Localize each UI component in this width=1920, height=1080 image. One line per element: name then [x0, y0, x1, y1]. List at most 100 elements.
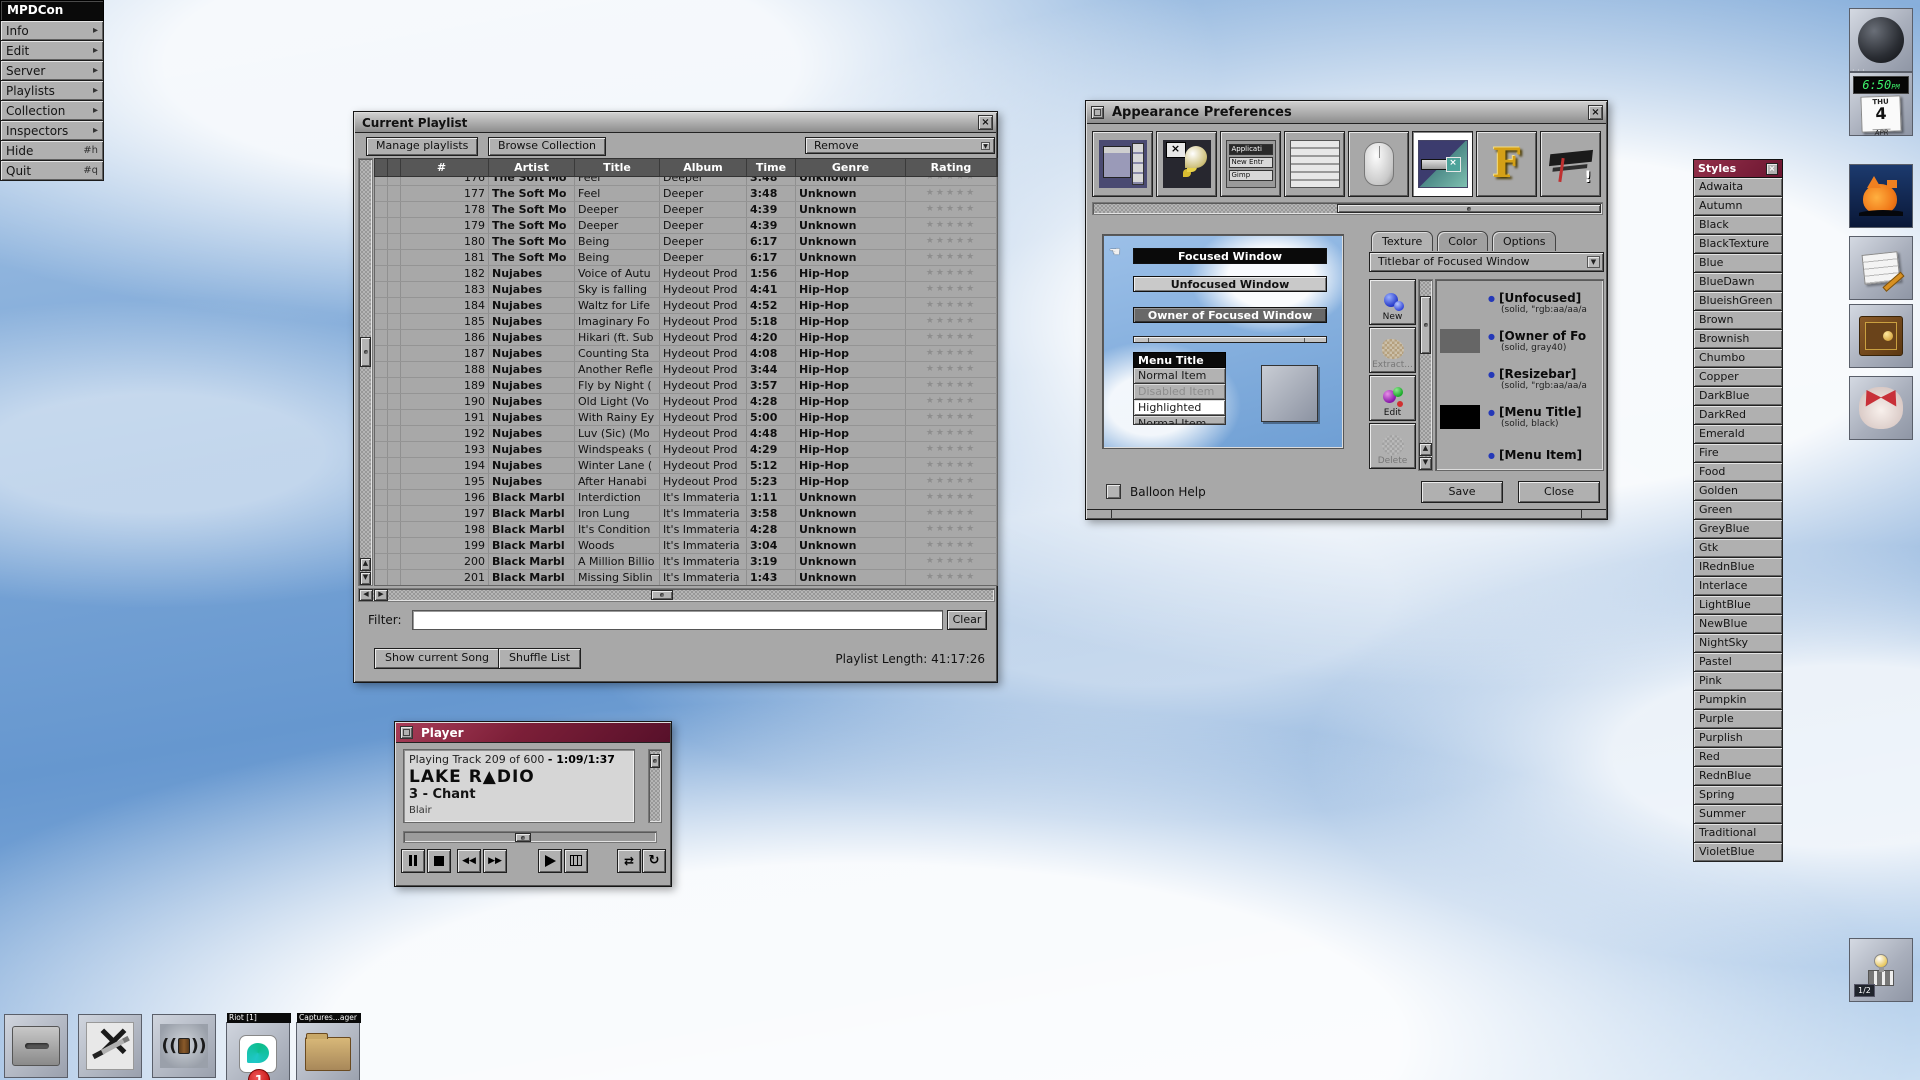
seek-slider[interactable]: [403, 831, 657, 843]
clear-filter-button[interactable]: Clear: [947, 610, 987, 630]
style-item[interactable]: Spring: [1693, 786, 1783, 805]
module-keyboard-icon[interactable]: [1284, 131, 1345, 197]
modules-scroll-knob[interactable]: [1337, 204, 1601, 213]
rating-stars[interactable]: ★★★★★: [906, 346, 997, 361]
style-item[interactable]: Golden: [1693, 482, 1783, 501]
preview-focused-titlebar[interactable]: Focused Window: [1133, 248, 1327, 264]
table-row[interactable]: 199 Black Marbl Woods It's Immateria 3:0…: [375, 538, 997, 554]
rating-stars[interactable]: ★★★★★: [906, 506, 997, 521]
appearance-titlebar[interactable]: Appearance Preferences ×: [1087, 102, 1606, 124]
tools-app-tile[interactable]: [78, 1014, 142, 1078]
tab[interactable]: Texture: [1371, 231, 1433, 251]
style-item[interactable]: Emerald: [1693, 425, 1783, 444]
menu-item[interactable]: Server ▸: [0, 61, 104, 81]
table-row[interactable]: 187 Nujabes Counting Sta Hydeout Prod 4:…: [375, 346, 997, 362]
table-row[interactable]: 194 Nujabes Winter Lane ( Hydeout Prod 5…: [375, 458, 997, 474]
style-item[interactable]: IRednBlue: [1693, 558, 1783, 577]
texture-action-button[interactable]: Extract...: [1369, 327, 1416, 373]
style-item[interactable]: Summer: [1693, 805, 1783, 824]
captures-miniwindow[interactable]: Captures...ager: [296, 1022, 360, 1080]
style-item[interactable]: NightSky: [1693, 634, 1783, 653]
column-header-rating[interactable]: Rating: [906, 159, 997, 176]
volume-slider[interactable]: [648, 749, 662, 823]
style-item[interactable]: BlackTexture: [1693, 235, 1783, 254]
rating-stars[interactable]: ★★★★★: [906, 177, 997, 185]
table-row[interactable]: 177 The Soft Mo Feel Deeper 3:48 Unknown…: [375, 186, 997, 202]
show-current-song-button[interactable]: Show current Song: [374, 648, 500, 669]
column-header-time[interactable]: Time: [747, 159, 796, 176]
style-item[interactable]: LightBlue: [1693, 596, 1783, 615]
table-row[interactable]: 195 Nujabes After Hanabi Hydeout Prod 5:…: [375, 474, 997, 490]
rating-stars[interactable]: ★★★★★: [906, 442, 997, 457]
style-item[interactable]: Chumbo: [1693, 349, 1783, 368]
rating-stars[interactable]: ★★★★★: [906, 282, 997, 297]
remove-popup-button[interactable]: Remove ▼: [805, 137, 995, 154]
rating-stars[interactable]: ★★★★★: [906, 474, 997, 489]
style-item[interactable]: Blue: [1693, 254, 1783, 273]
style-item[interactable]: Gtk: [1693, 539, 1783, 558]
shuffle-list-button[interactable]: Shuffle List: [498, 648, 581, 669]
preview-menu-item[interactable]: Normal Item: [1133, 368, 1226, 384]
preview-owner-titlebar[interactable]: Owner of Focused Window: [1133, 307, 1327, 323]
playlist-vertical-scrollbar[interactable]: ▲ ▼: [358, 158, 373, 586]
menu-item[interactable]: Edit ▸: [0, 41, 104, 61]
rating-stars[interactable]: ★★★★★: [906, 202, 997, 217]
module-mouse-icon[interactable]: [1348, 131, 1409, 197]
style-item[interactable]: Adwaita: [1693, 178, 1783, 197]
dock-clock-tile[interactable]: 6:50PM THU 4 APR: [1849, 72, 1913, 136]
texture-scroll-knob[interactable]: [1420, 296, 1431, 354]
scroll-up-icon[interactable]: ▲: [360, 558, 371, 571]
table-row[interactable]: 179 The Soft Mo Deeper Deeper 4:39 Unkno…: [375, 218, 997, 234]
table-row[interactable]: 176 The Soft Mo Feel Deeper 3:48 Unknown…: [375, 177, 997, 186]
texture-list-scrollbar[interactable]: ▲ ▼: [1418, 279, 1433, 471]
stop-button[interactable]: [427, 849, 451, 873]
style-item[interactable]: Traditional: [1693, 824, 1783, 843]
table-row[interactable]: 182 Nujabes Voice of Autu Hydeout Prod 1…: [375, 266, 997, 282]
dock-utility-tile[interactable]: 1/2: [1849, 938, 1913, 1002]
table-row[interactable]: 192 Nujabes Luv (Sic) (Mo Hydeout Prod 4…: [375, 426, 997, 442]
balloon-help-checkbox[interactable]: [1106, 484, 1121, 499]
style-item[interactable]: VioletBlue: [1693, 843, 1783, 862]
rating-stars[interactable]: ★★★★★: [906, 234, 997, 249]
close-icon[interactable]: ×: [978, 115, 993, 130]
module-menus-icon[interactable]: Applicati New Entr Gimp: [1220, 131, 1281, 197]
rating-stars[interactable]: ★★★★★: [906, 458, 997, 473]
save-button[interactable]: Save: [1421, 481, 1503, 503]
column-header-genre[interactable]: Genre: [796, 159, 906, 176]
table-row[interactable]: 191 Nujabes With Rainy Ey Hydeout Prod 5…: [375, 410, 997, 426]
texture-entry[interactable]: [Menu Item]: [1440, 436, 1603, 471]
menu-item[interactable]: Inspectors ▸: [0, 121, 104, 141]
volume-knob[interactable]: [650, 754, 660, 768]
preview-menu-item[interactable]: Highlighted: [1133, 400, 1226, 416]
riot-miniwindow[interactable]: Riot [1] 1: [226, 1022, 290, 1080]
vertical-scroll-knob[interactable]: [360, 337, 371, 367]
style-item[interactable]: Food: [1693, 463, 1783, 482]
texture-entry[interactable]: [Resizebar] (solid, "rgb:aa/aa/a: [1440, 360, 1603, 398]
preview-menu-item[interactable]: Normal Item: [1133, 416, 1226, 425]
player-titlebar[interactable]: Player: [396, 723, 670, 743]
style-item[interactable]: NewBlue: [1693, 615, 1783, 634]
preview-menu-item[interactable]: Disabled Item: [1133, 384, 1226, 400]
seek-knob[interactable]: [515, 833, 531, 842]
modules-scrollbar[interactable]: [1092, 202, 1603, 215]
table-row[interactable]: 196 Black Marbl Interdiction It's Immate…: [375, 490, 997, 506]
preview-unfocused-titlebar[interactable]: Unfocused Window: [1133, 276, 1327, 292]
module-fonts-icon[interactable]: F: [1476, 131, 1537, 197]
repeat-button[interactable]: ↻: [642, 849, 666, 873]
column-header-title[interactable]: Title: [575, 159, 660, 176]
radio-app-tile[interactable]: (()): [152, 1014, 216, 1078]
module-themes-icon[interactable]: [1540, 131, 1601, 197]
rating-stars[interactable]: ★★★★★: [906, 378, 997, 393]
playlist-toggle-button[interactable]: [564, 849, 588, 873]
table-row[interactable]: 186 Nujabes Hikari (ft. Sub Hydeout Prod…: [375, 330, 997, 346]
play-button[interactable]: [538, 849, 562, 873]
table-row[interactable]: 178 The Soft Mo Deeper Deeper 4:39 Unkno…: [375, 202, 997, 218]
filter-input[interactable]: [412, 610, 943, 630]
tab[interactable]: Color: [1437, 231, 1488, 251]
close-icon[interactable]: ×: [1588, 105, 1603, 120]
table-row[interactable]: 180 The Soft Mo Being Deeper 6:17 Unknow…: [375, 234, 997, 250]
menu-item[interactable]: Info ▸: [0, 21, 104, 41]
scroll-left-icon[interactable]: ◀: [359, 589, 373, 601]
styles-menu-titlebar[interactable]: Styles ×: [1693, 159, 1783, 178]
column-header-num[interactable]: #: [401, 159, 489, 176]
